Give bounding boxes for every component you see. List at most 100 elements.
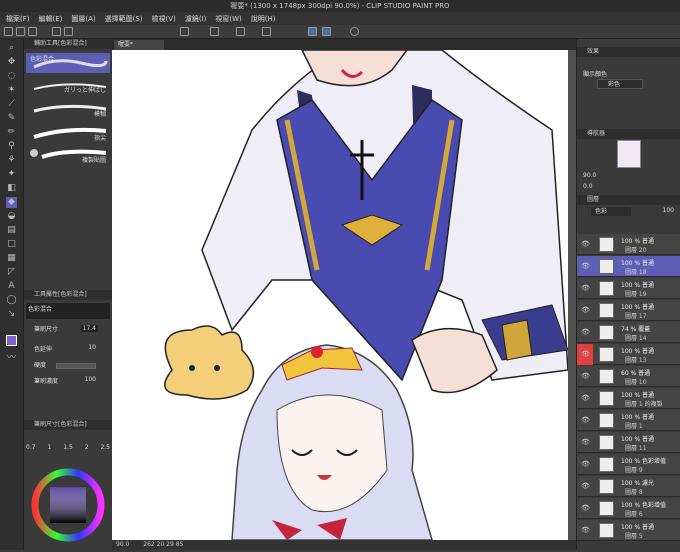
clear-icon[interactable] [180, 27, 189, 36]
layer-row[interactable]: 👁 100 % 濾光 圖層 8 [577, 476, 680, 497]
menu-window[interactable]: 視窗(W) [215, 14, 241, 24]
layer-row[interactable]: 👁 60 % 普通 圖層 10 [577, 366, 680, 387]
subtool-copy-stamp[interactable]: 複製貼圖 [26, 145, 110, 165]
main-color-swatch[interactable] [6, 335, 17, 346]
visibility-eye-icon[interactable]: 👁 [581, 328, 590, 336]
magic-wand-icon[interactable]: ✶ [6, 85, 17, 96]
snap-grid-icon[interactable] [322, 27, 331, 36]
airbrush-icon[interactable]: ⚘ [6, 155, 17, 166]
move-icon[interactable]: ✥ [6, 57, 17, 68]
tool-strip: ⌕ ✥ ◌ ✶ ⟋ ✎ ✏ ⚲ ⚘ ✦ ◧ ◆ ◒ ▤ □ ▦ ◸ A ◯ ↘ … [0, 39, 24, 550]
layer-row[interactable]: 👁 100 % 普通 圖層 13 [577, 344, 680, 365]
artwork-canvas[interactable] [112, 50, 568, 540]
size-preset[interactable]: 0.7 [26, 444, 36, 451]
brush-density-value[interactable]: 100 [85, 376, 96, 383]
stroke-icon[interactable]: 〰 [6, 353, 17, 364]
menu-help[interactable]: 說明(H) [251, 14, 276, 24]
selection-icon[interactable] [210, 27, 219, 36]
snap-ruler-icon[interactable] [308, 27, 317, 36]
save-icon[interactable] [28, 27, 37, 36]
frame-icon[interactable]: ▦ [6, 253, 17, 264]
color-extension-value[interactable]: 10 [88, 344, 96, 351]
status-zoom[interactable]: 90.0 [116, 541, 129, 548]
help-icon[interactable] [350, 27, 359, 36]
size-preset[interactable]: 1 [47, 444, 51, 451]
undo-icon[interactable] [52, 27, 61, 36]
visibility-eye-icon[interactable]: 👁 [581, 482, 590, 490]
visibility-eye-icon[interactable]: 👁 [581, 460, 590, 468]
subtool-smear[interactable]: ガリっと伸ばし [26, 75, 110, 95]
layer-row[interactable]: 👁 100 % 色彩增值 圖層 6 [577, 498, 680, 519]
document-tab[interactable]: 喔耍* [114, 40, 164, 50]
layer-row[interactable]: 👁 100 % 普通 圖層 17 [577, 300, 680, 321]
size-preset[interactable]: 1.5 [63, 444, 73, 451]
layer-row[interactable]: 👁 100 % 普通 圖層 11 [577, 432, 680, 453]
layer-row[interactable]: 👁 100 % 普通 圖層 20 [577, 234, 680, 255]
visibility-eye-icon[interactable]: 👁 [581, 350, 590, 358]
layer-row[interactable]: 👁 100 % 普通 圖層 1 [577, 410, 680, 431]
visibility-eye-icon[interactable]: 👁 [581, 438, 590, 446]
color-wheel-panel[interactable] [24, 465, 112, 550]
subtool-blend[interactable]: 色彩混合 [26, 53, 110, 73]
visibility-eye-icon[interactable]: 👁 [581, 306, 590, 314]
new-icon[interactable] [4, 27, 13, 36]
blend-mode-select[interactable]: 色彩 [591, 207, 631, 216]
subtool-finger[interactable]: 指尖 [26, 123, 110, 143]
layer-row[interactable]: 👁 100 % 普通 圖層 19 [577, 278, 680, 299]
menu-view[interactable]: 檢視(V) [152, 14, 176, 24]
pencil-icon[interactable]: ✏ [6, 127, 17, 138]
blend-tool-icon[interactable]: ◆ [6, 197, 17, 208]
ruler-icon[interactable]: ◸ [6, 267, 17, 278]
zoom-icon[interactable]: ⌕ [6, 43, 17, 54]
brush-density-row[interactable]: 筆刷濃度 100 [26, 376, 110, 388]
display-color-select[interactable]: 彩色 [597, 79, 643, 89]
color-extension-row[interactable]: 色延伸 10 [26, 344, 110, 356]
text-icon[interactable]: A [6, 281, 17, 292]
hardness-row[interactable]: 硬度 [26, 360, 110, 372]
correction-icon[interactable]: ↘ [6, 309, 17, 320]
brush-icon[interactable]: ⚲ [6, 141, 17, 152]
decoration-icon[interactable]: ✦ [6, 169, 17, 180]
visibility-eye-icon[interactable]: 👁 [581, 372, 590, 380]
pen-icon[interactable]: ✎ [6, 113, 17, 124]
brush-size-value[interactable]: 17.4 [80, 325, 98, 332]
navigator-zoom[interactable]: 90.0 [583, 172, 596, 179]
navigator-rotation[interactable]: 0.0 [583, 183, 593, 190]
menu-layer[interactable]: 圖層(A) [71, 14, 95, 24]
open-icon[interactable] [16, 27, 25, 36]
lasso-icon[interactable]: ◌ [6, 71, 17, 82]
navigator-thumbnail[interactable] [617, 140, 641, 168]
balloon-icon[interactable]: ◯ [6, 295, 17, 306]
layer-row[interactable]: 👁 100 % 普通 圖層 18 [577, 256, 680, 277]
menu-edit[interactable]: 編輯(E) [39, 14, 63, 24]
visibility-eye-icon[interactable]: 👁 [581, 262, 590, 270]
fill-icon[interactable]: ◒ [6, 211, 17, 222]
redo-icon[interactable] [64, 27, 73, 36]
gradient-icon[interactable]: ▤ [6, 225, 17, 236]
visibility-eye-icon[interactable]: 👁 [581, 526, 590, 534]
visibility-eye-icon[interactable]: 👁 [581, 394, 590, 402]
size-preset[interactable]: 2 [85, 444, 89, 451]
visibility-eye-icon[interactable]: 👁 [581, 504, 590, 512]
layer-row[interactable]: 👁 100 % 普通 圖層 5 [577, 520, 680, 541]
deselect-icon[interactable] [262, 27, 271, 36]
figure-icon[interactable]: □ [6, 239, 17, 250]
visibility-eye-icon[interactable]: 👁 [581, 416, 590, 424]
layer-row[interactable]: 👁 100 % 色彩增值 圖層 9 [577, 454, 680, 475]
menu-file[interactable]: 檔案(F) [6, 14, 30, 24]
layer-row[interactable]: 👁 100 % 普通 圖層 1 的複製 [577, 388, 680, 409]
visibility-eye-icon[interactable]: 👁 [581, 240, 590, 248]
hardness-slider[interactable] [56, 363, 96, 369]
brush-size-row[interactable]: 筆刷尺寸 17.4 [26, 324, 110, 336]
visibility-eye-icon[interactable]: 👁 [581, 284, 590, 292]
eraser-icon[interactable]: ◧ [6, 183, 17, 194]
subtool-blur[interactable]: 模糊 [26, 99, 110, 119]
menu-filter[interactable]: 濾鏡(I) [185, 14, 207, 24]
subtool-panel: 輔助工具[色彩混合] 色彩混合 ガリっと伸ばし 模糊 指尖 複製貼圖 [24, 39, 112, 279]
eyedropper-icon[interactable]: ⟋ [6, 99, 17, 110]
size-preset[interactable]: 2.5 [100, 444, 110, 451]
layer-opacity[interactable]: 100 [663, 207, 674, 214]
menu-select[interactable]: 選擇範圍(S) [105, 14, 143, 24]
transform-icon[interactable] [236, 27, 245, 36]
layer-row[interactable]: 👁 74 % 覆蓋 圖層 14 [577, 322, 680, 343]
